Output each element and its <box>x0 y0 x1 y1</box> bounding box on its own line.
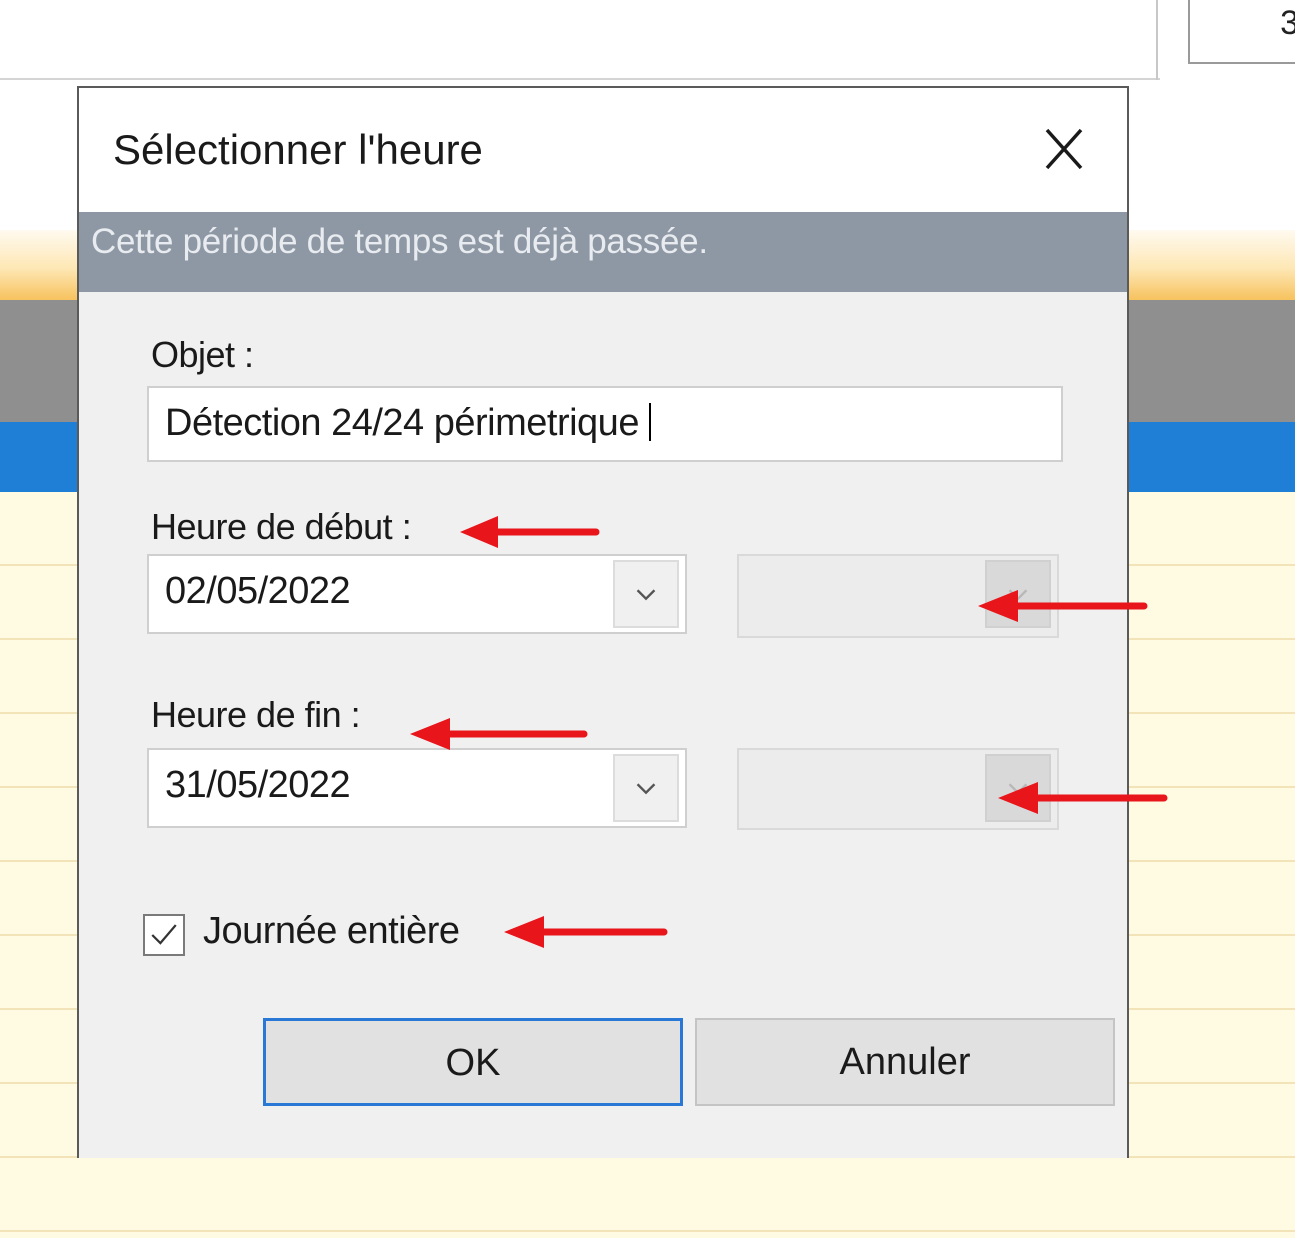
subject-value: Détection 24/24 périmetrique <box>165 402 639 444</box>
cancel-button[interactable]: Annuler <box>695 1018 1115 1106</box>
start-date-picker[interactable]: 02/05/2022 <box>147 554 687 634</box>
end-time-label: Heure de fin : <box>151 694 361 735</box>
start-date-value: 02/05/2022 <box>165 570 351 612</box>
all-day-label[interactable]: Journée entière <box>203 910 460 953</box>
start-time-label: Heure de début : <box>151 506 412 547</box>
select-time-dialog: Sélectionner l'heure Cette période de te… <box>77 86 1129 1158</box>
red-arrow-left-icon <box>978 590 1148 622</box>
info-banner: Cette période de temps est déjà passée. <box>79 212 1127 292</box>
start-date-dropdown-button[interactable] <box>613 560 679 628</box>
text-caret <box>648 403 651 441</box>
dialog-titlebar[interactable]: Sélectionner l'heure <box>79 88 1127 212</box>
close-button[interactable] <box>1029 118 1099 182</box>
ok-button[interactable]: OK <box>263 1018 683 1106</box>
red-arrow-left-icon <box>460 516 600 548</box>
chevron-down-icon <box>636 589 656 601</box>
checkmark-icon <box>151 924 177 945</box>
all-day-checkbox[interactable] <box>143 914 185 956</box>
background-bottom-edge <box>0 1238 1295 1243</box>
subject-label: Objet : <box>151 334 254 375</box>
end-date-dropdown-button[interactable] <box>613 754 679 822</box>
red-arrow-left-icon <box>504 916 668 948</box>
background-corner-cell[interactable]: 3 <box>1188 0 1295 64</box>
background-column-divider <box>1156 0 1158 80</box>
chevron-down-icon <box>636 783 656 795</box>
subject-input[interactable]: Détection 24/24 périmetrique <box>147 386 1063 462</box>
background-header <box>0 0 1295 80</box>
red-arrow-left-icon <box>410 718 588 750</box>
end-date-picker[interactable]: 31/05/2022 <box>147 748 687 828</box>
info-message: Cette période de temps est déjà passée. <box>91 222 708 261</box>
dialog-title: Sélectionner l'heure <box>113 126 483 173</box>
end-date-value: 31/05/2022 <box>165 764 351 806</box>
red-arrow-left-icon <box>998 782 1168 814</box>
close-icon <box>1045 128 1083 170</box>
